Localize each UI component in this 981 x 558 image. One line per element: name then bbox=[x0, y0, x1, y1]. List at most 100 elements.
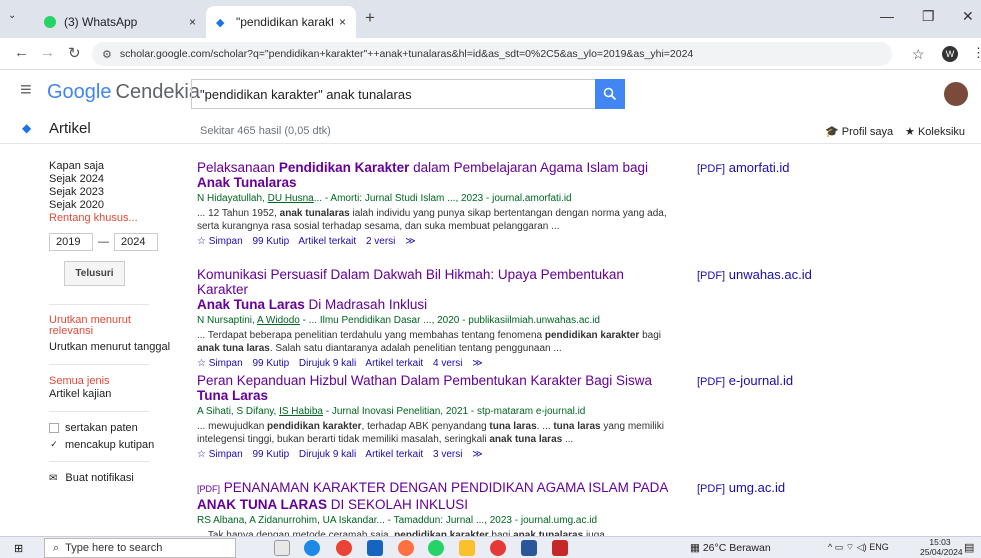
cite-link[interactable]: 99 Kutip bbox=[252, 449, 289, 460]
weather-icon: ▦ bbox=[690, 542, 700, 554]
search-input[interactable]: "pendidikan karakter" anak tunalaras bbox=[191, 79, 595, 109]
save-link[interactable]: ☆ Simpan bbox=[197, 449, 243, 460]
minimize-icon[interactable]: — bbox=[880, 8, 894, 24]
tab-close-icon[interactable]: × bbox=[189, 15, 196, 29]
save-link[interactable]: ☆ Simpan bbox=[197, 358, 243, 369]
forward-arrow-icon[interactable]: → bbox=[40, 44, 55, 61]
window-close-icon[interactable]: ✕ bbox=[962, 8, 974, 25]
file-explorer-icon[interactable] bbox=[459, 540, 475, 556]
language-indicator: ENG bbox=[869, 542, 889, 552]
snippet-highlight: anak tuna laras bbox=[489, 434, 563, 445]
result-title-link[interactable]: Komunikasi Persuasif Dalam Dakwah Bil Hi… bbox=[197, 267, 677, 312]
mail-icon[interactable] bbox=[367, 540, 383, 556]
pdf-tag: [PDF] bbox=[697, 376, 726, 388]
save-link[interactable]: ☆ Simpan bbox=[197, 236, 243, 247]
browser-profile-avatar[interactable]: W bbox=[942, 46, 958, 62]
firefox-icon[interactable] bbox=[398, 540, 414, 556]
windows-start-icon[interactable]: ⊞ bbox=[14, 542, 26, 555]
word-icon[interactable] bbox=[521, 540, 537, 556]
more-icon[interactable]: ≫ bbox=[472, 358, 482, 369]
versions-link[interactable]: 4 versi bbox=[433, 358, 462, 369]
search-button[interactable] bbox=[595, 79, 625, 109]
site-info-icon[interactable]: ⚙ bbox=[102, 48, 112, 61]
back-arrow-icon[interactable]: ← bbox=[14, 44, 29, 61]
title-highlight: Tuna Laras bbox=[197, 388, 269, 403]
filter-since-2020[interactable]: Sejak 2020 bbox=[49, 199, 179, 212]
cite-link[interactable]: 99 Kutip bbox=[252, 236, 289, 247]
sort-by-date[interactable]: Urutkan menurut tanggal bbox=[49, 341, 179, 354]
apply-range-button[interactable]: Telusuri bbox=[64, 261, 125, 286]
result-title-link[interactable]: [PDF] PENANAMAN KARAKTER DENGAN PENDIDIK… bbox=[197, 480, 677, 512]
cite-link[interactable]: 99 Kutip bbox=[252, 358, 289, 369]
author-link[interactable]: DU Husna bbox=[268, 193, 314, 204]
related-articles-link[interactable]: Artikel terkait bbox=[365, 449, 423, 460]
app-icon[interactable] bbox=[552, 540, 568, 556]
tab-close-icon[interactable]: × bbox=[339, 15, 346, 29]
tab-search-icon[interactable]: ⌄ bbox=[8, 10, 16, 21]
year-from-input[interactable]: 2019 bbox=[49, 233, 93, 251]
result-actions: ☆ Simpan 99 Kutip Artikel terkait 2 vers… bbox=[197, 235, 677, 248]
pdf-link[interactable]: [PDF] umg.ac.id bbox=[697, 480, 785, 495]
logo-google: Google bbox=[47, 81, 112, 103]
versions-link[interactable]: 3 versi bbox=[433, 449, 462, 460]
edge-icon[interactable] bbox=[304, 540, 320, 556]
author-link[interactable]: IS Habiba bbox=[279, 406, 323, 417]
notification-icon[interactable]: ▤ bbox=[964, 541, 974, 554]
task-view-icon[interactable] bbox=[274, 540, 290, 556]
filter-since-2023[interactable]: Sejak 2023 bbox=[49, 186, 179, 199]
system-tray[interactable]: ^ ▭ ⌔ ◁) ENG bbox=[828, 542, 889, 553]
pdf-link[interactable]: [PDF] amorfati.id bbox=[697, 160, 789, 175]
pdf-link[interactable]: [PDF] e-journal.id bbox=[697, 373, 793, 388]
whatsapp-icon[interactable] bbox=[428, 540, 444, 556]
taskbar-search-input[interactable]: ⌕ Type here to search bbox=[44, 538, 236, 558]
related-articles-link[interactable]: Artikel terkait bbox=[298, 236, 356, 247]
cited-by-link[interactable]: Dirujuk 9 kali bbox=[299, 358, 356, 369]
hamburger-menu-icon[interactable]: ≡ bbox=[20, 79, 32, 102]
bookmark-star-icon[interactable]: ☆ bbox=[912, 46, 925, 63]
author-link[interactable]: A Widodo bbox=[257, 315, 300, 326]
tab-whatsapp[interactable]: (3) WhatsApp × bbox=[34, 6, 206, 38]
restore-icon[interactable]: ❐ bbox=[922, 8, 935, 25]
search-result: [PDF] PENANAMAN KARAKTER DENGAN PENDIDIK… bbox=[197, 480, 677, 539]
snippet-text: ... Terdapat beberapa penelitian terdahu… bbox=[197, 330, 545, 341]
include-citations-checkbox[interactable]: ✓ mencakup kutipan bbox=[49, 439, 179, 451]
tab-scholar[interactable]: ◆ "pendidikan karakter" anak tuna × bbox=[206, 6, 356, 38]
related-articles-link[interactable]: Artikel terkait bbox=[365, 358, 423, 369]
chrome-icon[interactable] bbox=[336, 540, 352, 556]
pdf-link[interactable]: [PDF] unwahas.ac.id bbox=[697, 267, 812, 282]
divider bbox=[49, 364, 149, 365]
cited-by-link[interactable]: Dirujuk 9 kali bbox=[299, 449, 356, 460]
reload-icon[interactable]: ↻ bbox=[68, 44, 81, 62]
result-authors: A Sihati, S Difany, IS Habiba - Jurnal I… bbox=[197, 405, 677, 418]
user-avatar[interactable] bbox=[944, 82, 968, 106]
filter-custom-range[interactable]: Rentang khusus... bbox=[49, 212, 179, 225]
vivaldi-icon[interactable] bbox=[490, 540, 506, 556]
library-link-label: Koleksiku bbox=[917, 126, 966, 138]
google-scholar-logo[interactable]: Google Cendekia bbox=[47, 81, 200, 104]
url-field[interactable]: ⚙ scholar.google.com/scholar?q="pendidik… bbox=[92, 42, 892, 66]
include-patents-checkbox[interactable]: sertakan paten bbox=[49, 422, 179, 434]
more-icon[interactable]: ≫ bbox=[405, 236, 415, 247]
more-icon[interactable]: ≫ bbox=[472, 449, 482, 460]
result-title-link[interactable]: Peran Kepanduan Hizbul Wathan Dalam Pemb… bbox=[197, 373, 677, 403]
snippet-text: ... bbox=[562, 434, 574, 445]
profile-link[interactable]: 🎓 Profil saya bbox=[825, 125, 893, 138]
pdf-tag: [PDF] bbox=[697, 270, 726, 282]
weather-widget[interactable]: ▦ 26°C Berawan bbox=[690, 542, 771, 554]
versions-link[interactable]: 2 versi bbox=[366, 236, 395, 247]
browser-menu-icon[interactable]: ⋮ bbox=[972, 45, 981, 61]
create-alert-link[interactable]: ✉ Buat notifikasi bbox=[49, 472, 179, 484]
filter-all-types[interactable]: Semua jenis bbox=[49, 375, 179, 388]
library-link[interactable]: ★ Koleksiku bbox=[905, 125, 965, 138]
address-bar-row: ← → ↻ ⚙ scholar.google.com/scholar?q="pe… bbox=[0, 38, 981, 70]
filter-any-time[interactable]: Kapan saja bbox=[49, 160, 179, 173]
divider bbox=[49, 304, 149, 305]
clock[interactable]: 15:03 25/04/2024 bbox=[920, 537, 963, 557]
result-title-link[interactable]: Pelaksanaan Pendidikan Karakter dalam Pe… bbox=[197, 160, 677, 190]
new-tab-button[interactable]: + bbox=[365, 8, 375, 28]
year-to-input[interactable]: 2024 bbox=[114, 233, 158, 251]
filter-review-articles[interactable]: Artikel kajian bbox=[49, 388, 179, 401]
sort-by-relevance[interactable]: Urutkan menurut relevansi bbox=[49, 315, 139, 337]
filter-since-2024[interactable]: Sejak 2024 bbox=[49, 173, 179, 186]
clock-date: 25/04/2024 bbox=[920, 547, 963, 557]
